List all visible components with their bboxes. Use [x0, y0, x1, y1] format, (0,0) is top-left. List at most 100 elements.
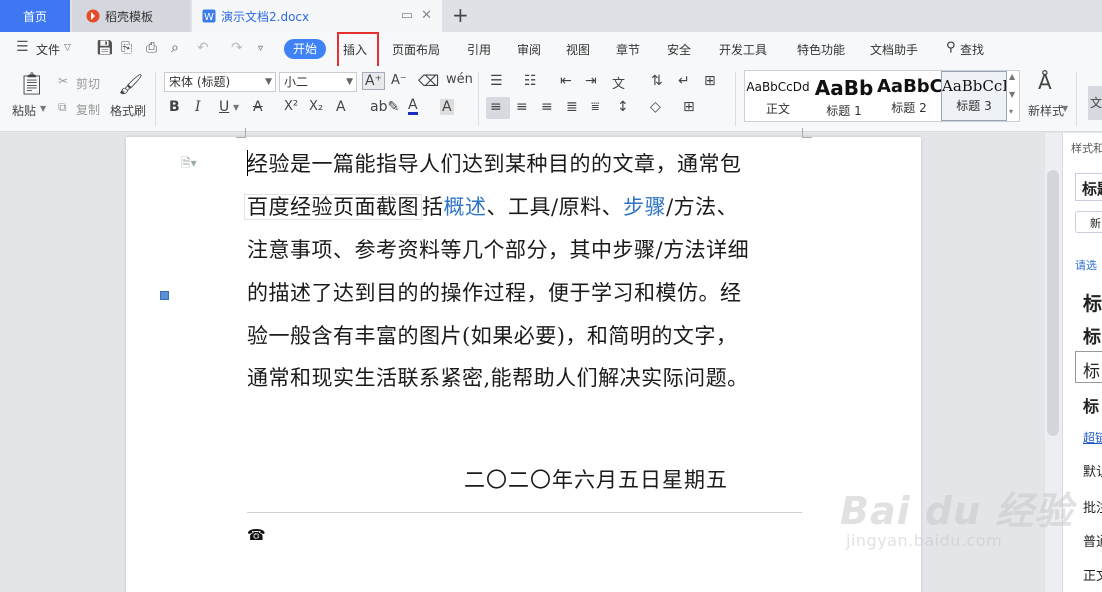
print-icon[interactable]: ⎙: [146, 40, 157, 56]
style-list-item[interactable]: 批注: [1083, 497, 1102, 516]
new-style-dropdown-icon[interactable]: ▼: [1062, 104, 1068, 113]
align-center-icon[interactable]: ≡: [516, 99, 528, 115]
distributed-icon[interactable]: ⩸: [591, 99, 600, 115]
underline-icon[interactable]: U: [219, 99, 229, 115]
menu-chapter[interactable]: 章节: [616, 41, 640, 58]
hamburger-menu-icon[interactable]: ☰: [16, 39, 29, 55]
document-line[interactable]: 注意事项、参考资料等几个部分，其中步骤/方法详细: [247, 234, 749, 264]
print-preview-icon[interactable]: ⌕: [171, 40, 179, 56]
clear-format-icon[interactable]: ⌫: [418, 72, 439, 90]
format-painter-button[interactable]: 格式刷: [110, 102, 146, 119]
decrease-indent-icon[interactable]: ⇤: [560, 73, 572, 89]
align-right-icon[interactable]: ≡: [541, 99, 553, 115]
style-heading-3[interactable]: AaBbCcD 标题 3: [941, 71, 1007, 121]
gallery-up-icon[interactable]: ▲: [1009, 72, 1015, 81]
borders-icon[interactable]: ⊞: [683, 99, 695, 115]
shading-icon[interactable]: ◇: [650, 99, 661, 115]
sort-icon[interactable]: ⇅: [651, 73, 663, 89]
paste-button[interactable]: 粘贴: [12, 102, 36, 119]
tab-document[interactable]: W 演示文档2.docx ▭ ✕: [192, 0, 442, 32]
style-list-item[interactable]: 正文: [1083, 565, 1102, 584]
gallery-down-icon[interactable]: ▼: [1009, 90, 1015, 99]
link-steps[interactable]: 步骤: [623, 195, 666, 219]
close-tab-icon[interactable]: ✕: [421, 8, 432, 23]
cut-icon[interactable]: ✂: [58, 74, 68, 88]
text-effect-icon[interactable]: A: [336, 99, 346, 115]
copy-button[interactable]: 复制: [76, 101, 100, 118]
strikethrough-icon[interactable]: A: [253, 99, 263, 115]
numbering-icon[interactable]: ☷: [524, 73, 537, 89]
font-size-select[interactable]: 小二 ▼: [279, 72, 357, 92]
underline-dropdown-icon[interactable]: ▼: [233, 103, 239, 112]
style-list-item[interactable]: 默认: [1083, 461, 1102, 480]
style-list-item[interactable]: 标: [1083, 323, 1101, 349]
menu-doc-assistant[interactable]: 文档助手: [870, 41, 918, 58]
style-list-item[interactable]: 标: [1083, 393, 1099, 417]
style-list-item[interactable]: 标: [1083, 357, 1100, 382]
grow-font-icon[interactable]: A⁺: [362, 72, 385, 90]
style-normal[interactable]: AaBbCcDd 正文: [745, 71, 811, 121]
menu-search[interactable]: 查找: [960, 41, 984, 58]
new-style-button[interactable]: 新样式: [1028, 102, 1064, 119]
copy-icon[interactable]: ⧉: [58, 100, 67, 115]
chinese-layout-icon[interactable]: 文: [612, 73, 625, 92]
document-line[interactable]: 经验是一篇能指导人们达到某种目的的文章，通常包: [247, 148, 742, 178]
document-line[interactable]: 的描述了达到目的的操作过程，便于学习和模仿。经: [247, 277, 742, 307]
italic-icon[interactable]: I: [195, 99, 201, 115]
highlight-icon[interactable]: ab✎: [370, 99, 399, 115]
chevron-down-icon[interactable]: ▽: [64, 43, 71, 53]
menu-special-features[interactable]: 特色功能: [797, 41, 845, 58]
justify-icon[interactable]: ≣: [566, 99, 578, 115]
superscript-icon[interactable]: X²: [284, 99, 298, 114]
search-icon[interactable]: ⚲: [946, 40, 956, 55]
menu-review[interactable]: 审阅: [517, 41, 541, 58]
save-cloud-icon[interactable]: ⎘: [121, 40, 132, 56]
style-list-item[interactable]: 超链: [1083, 429, 1102, 446]
menu-developer[interactable]: 开发工具: [719, 41, 767, 58]
menu-file[interactable]: 文件: [36, 41, 60, 58]
document-line[interactable]: 验一般含有丰富的图片(如果必要)，和简明的文字，: [247, 320, 737, 350]
cut-button[interactable]: 剪切: [76, 75, 100, 92]
new-tab-icon[interactable]: +: [452, 3, 469, 27]
style-list-item[interactable]: 普通: [1083, 531, 1102, 550]
paste-icon[interactable]: 📋︎: [18, 72, 46, 97]
customize-dropdown-icon[interactable]: ▿: [258, 43, 263, 54]
style-heading-2[interactable]: AaBbC 标题 2: [877, 71, 941, 121]
phonetic-guide-icon[interactable]: wén: [446, 72, 473, 87]
image-caption[interactable]: 百度经验页面截图: [244, 194, 422, 220]
paste-dropdown-icon[interactable]: ▼: [40, 104, 46, 113]
float-window-icon[interactable]: ▭: [401, 8, 413, 23]
save-icon[interactable]: 💾︎: [96, 40, 114, 56]
paragraph-handle-icon[interactable]: 🗎▾: [181, 154, 197, 175]
new-style-pane-button[interactable]: 新: [1075, 211, 1102, 233]
document-line[interactable]: 百度经验页面截图 括概述、工具/原料、步骤/方法、: [244, 191, 738, 221]
font-name-select[interactable]: 宋体 (标题) ▼: [164, 72, 276, 92]
menu-page-layout[interactable]: 页面布局: [392, 41, 440, 58]
new-style-icon[interactable]: Å: [1038, 70, 1052, 94]
scrollbar-thumb[interactable]: [1047, 170, 1059, 436]
format-painter-icon[interactable]: 🖌︎: [118, 72, 143, 96]
table-border-icon[interactable]: ⊞: [704, 73, 716, 89]
bullets-icon[interactable]: ☰: [490, 73, 503, 89]
menu-view[interactable]: 视图: [566, 41, 590, 58]
current-style-box[interactable]: 标题: [1075, 173, 1102, 201]
style-list-item[interactable]: 标: [1083, 289, 1102, 316]
shrink-font-icon[interactable]: A⁻: [391, 73, 407, 88]
font-color-icon[interactable]: A: [408, 98, 418, 115]
gallery-more-icon[interactable]: ▾: [1009, 107, 1013, 116]
document-line[interactable]: 通常和现实生活联系紧密,能帮助人们解决实际问题。: [247, 362, 749, 392]
show-marks-icon[interactable]: ↵: [678, 73, 690, 89]
tab-home[interactable]: 首页: [0, 0, 70, 32]
link-overview[interactable]: 概述: [444, 195, 487, 219]
menu-start[interactable]: 开始: [284, 39, 326, 59]
line-spacing-icon[interactable]: ↕: [617, 99, 629, 115]
redo-icon[interactable]: ↷: [231, 40, 243, 56]
anchor-marker[interactable]: [160, 291, 169, 300]
char-shading-icon[interactable]: A: [440, 99, 454, 115]
undo-icon[interactable]: ↶: [197, 40, 209, 56]
style-heading-1[interactable]: AaBb 标题 1: [811, 71, 877, 121]
tab-template[interactable]: 稻壳模板: [72, 0, 190, 32]
subscript-icon[interactable]: X₂: [309, 99, 323, 114]
date-text[interactable]: 二〇二〇年六月五日星期五: [464, 464, 728, 494]
increase-indent-icon[interactable]: ⇥: [585, 73, 597, 89]
